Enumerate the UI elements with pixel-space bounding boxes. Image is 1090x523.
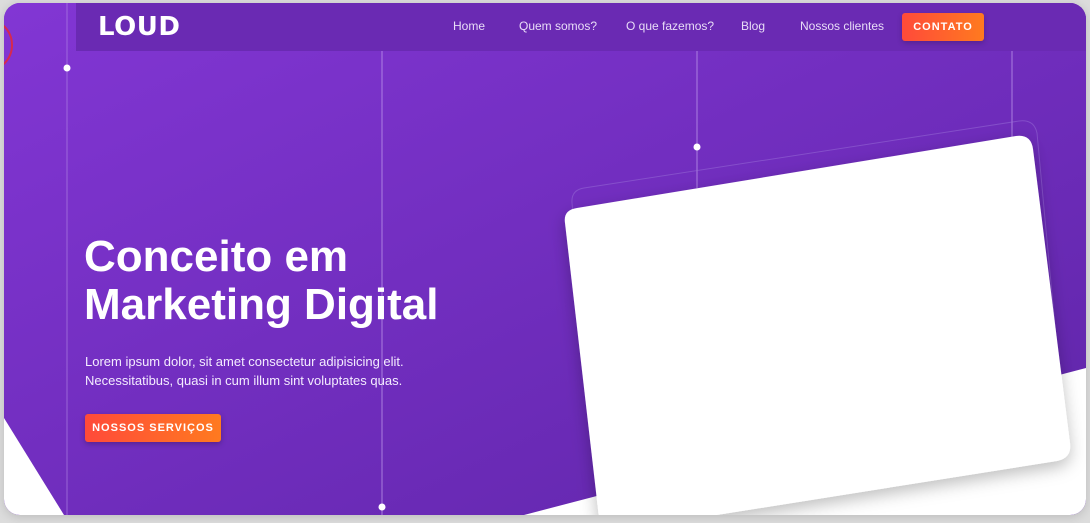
hero-subtitle: Lorem ipsum dolor, sit amet consectetur … <box>85 352 485 390</box>
contact-button[interactable]: CONTATO <box>902 13 984 41</box>
hero-subtitle-line: Necessitatibus, quasi in cum illum sint … <box>85 373 403 388</box>
services-button[interactable]: NOSSOS SERVIÇOS <box>85 414 221 442</box>
landing-page: LOUD Home Quem somos? O que fazemos? Blo… <box>4 3 1086 515</box>
deco-dot <box>63 64 71 72</box>
nav-item-blog[interactable]: Blog <box>741 19 765 33</box>
nav-item-nossos-clientes[interactable]: Nossos clientes <box>800 19 884 33</box>
nav-item-o-que-fazemos[interactable]: O que fazemos? <box>626 19 714 33</box>
hero-title-line: Conceito em <box>84 232 349 281</box>
deco-dot <box>693 143 701 151</box>
hero-subtitle-line: Lorem ipsum dolor, sit amet consectetur … <box>85 354 404 369</box>
hero-title-line: Marketing Digital <box>84 280 439 329</box>
top-navbar: LOUD Home Quem somos? O que fazemos? Blo… <box>76 3 1086 51</box>
brand-logo[interactable]: LOUD <box>98 12 180 42</box>
deco-dot <box>378 503 386 511</box>
hero-title: Conceito em Marketing Digital <box>84 233 504 329</box>
nav-item-quem-somos[interactable]: Quem somos? <box>519 19 597 33</box>
nav-item-home[interactable]: Home <box>453 19 485 33</box>
